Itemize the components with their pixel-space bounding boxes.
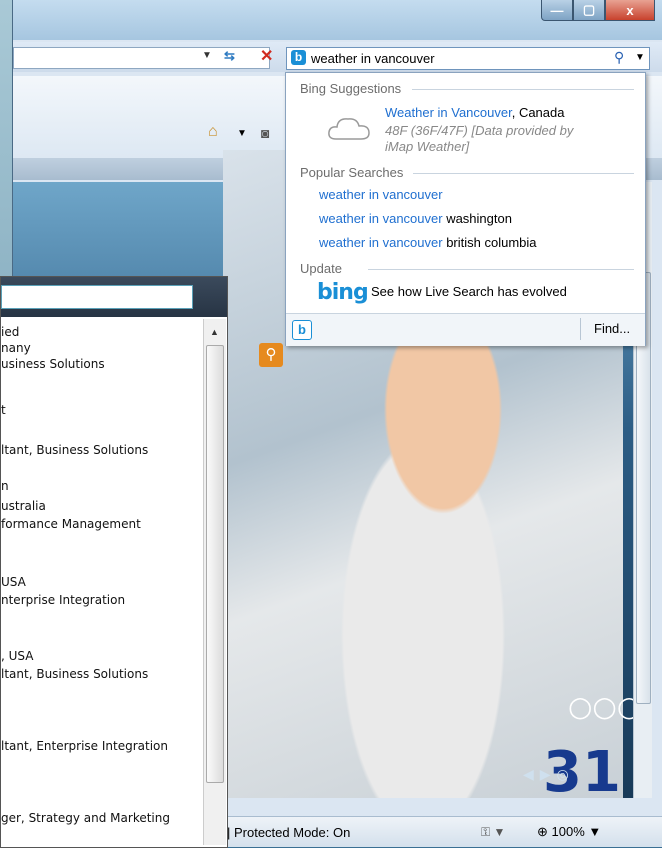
weather-suggestion[interactable]: Weather in Vancouver, Canada bbox=[385, 105, 564, 120]
cloud-icon bbox=[328, 118, 370, 140]
list-item: USA bbox=[1, 575, 26, 589]
search-input[interactable]: weather in vancouver bbox=[311, 51, 435, 66]
desktop-background bbox=[0, 0, 12, 280]
list-item: n bbox=[1, 479, 9, 493]
maximize-button[interactable]: ▢ bbox=[573, 0, 605, 21]
list-item: ltant, Business Solutions bbox=[1, 667, 149, 681]
scroll-up-icon[interactable]: ▲ bbox=[210, 327, 219, 337]
background-window-input[interactable] bbox=[1, 285, 193, 309]
background-window: ▲ ied nany usiness Solutions t ltant, Bu… bbox=[0, 276, 228, 848]
background-window-header bbox=[1, 277, 227, 317]
popular-extra: washington bbox=[442, 211, 512, 226]
home-dropdown-icon[interactable]: ▼ bbox=[237, 128, 247, 139]
popular-item[interactable]: weather in vancouver bbox=[319, 187, 443, 202]
search-suggestions: Bing Suggestions Weather in Vancouver, C… bbox=[285, 72, 646, 346]
popular-searches-header: Popular Searches bbox=[300, 165, 404, 180]
search-dropdown-icon[interactable]: ▼ bbox=[635, 52, 645, 63]
list-item: ltant, Enterprise Integration bbox=[1, 739, 168, 753]
popular-link[interactable]: weather in vancouver bbox=[319, 211, 443, 226]
suggestions-footer: b Find... bbox=[286, 313, 645, 346]
slideshow-controls[interactable]: ◀▶◎ bbox=[523, 766, 575, 783]
security-zone-icon[interactable]: ⚿ ▼ bbox=[481, 825, 505, 840]
zoom-value: 100% bbox=[551, 824, 585, 839]
find-button[interactable]: Find... bbox=[594, 321, 630, 336]
search-icon[interactable]: ⚲ bbox=[614, 49, 624, 66]
popular-item[interactable]: weather in vancouver washington bbox=[319, 211, 512, 226]
bing-logo[interactable]: bing bbox=[317, 280, 369, 305]
scrollbar-thumb[interactable] bbox=[206, 345, 224, 783]
bing-update-link[interactable]: See how Live Search has evolved bbox=[371, 284, 567, 299]
popular-link[interactable]: weather in vancouver bbox=[319, 235, 443, 250]
stop-icon[interactable]: ✕ bbox=[260, 46, 273, 66]
list-item: nterprise Integration bbox=[1, 593, 126, 607]
home-icon[interactable]: ⌂ bbox=[208, 123, 218, 141]
protected-mode-status: | Protected Mode: On bbox=[227, 825, 351, 840]
title-bar: — ▢ x bbox=[13, 0, 662, 40]
list-item: ied bbox=[1, 325, 20, 339]
popular-item[interactable]: weather in vancouver british columbia bbox=[319, 235, 537, 250]
zoom-level[interactable]: ⊕ 100% ▼ bbox=[537, 824, 601, 840]
list-item: nany bbox=[1, 341, 31, 355]
list-item: ger, Strategy and Marketing bbox=[1, 811, 170, 825]
list-item: , USA bbox=[1, 649, 34, 663]
popular-link[interactable]: weather in vancouver bbox=[319, 187, 443, 202]
list-item: t bbox=[1, 403, 6, 417]
olympic-rings: ○○○ bbox=[568, 690, 642, 723]
close-button[interactable]: x bbox=[605, 0, 655, 21]
weather-link[interactable]: Weather in Vancouver bbox=[385, 105, 512, 120]
page-search-icon[interactable]: ⚲ bbox=[259, 343, 283, 367]
bing-provider-icon[interactable]: b bbox=[292, 320, 312, 340]
list-item: formance Management bbox=[1, 517, 141, 531]
minimize-button[interactable]: — bbox=[541, 0, 573, 21]
background-window-scrollbar[interactable]: ▲ bbox=[203, 319, 226, 845]
address-row: ▼ ⇆ ✕ b weather in vancouver ⚲ ▼ bbox=[13, 42, 662, 72]
bing-suggestions-header: Bing Suggestions bbox=[300, 81, 402, 96]
weather-country: , Canada bbox=[511, 105, 565, 120]
divider bbox=[412, 89, 634, 90]
refresh-icon[interactable]: ⇆ bbox=[224, 48, 235, 64]
weather-detail: 48F (36F/47F) [Data provided by iMap Wea… bbox=[385, 123, 574, 154]
address-dropdown-icon[interactable]: ▼ bbox=[202, 50, 212, 61]
window-controls: — ▢ x bbox=[541, 0, 655, 22]
divider bbox=[368, 269, 634, 270]
divider bbox=[413, 173, 634, 174]
divider bbox=[580, 318, 581, 340]
list-item: ustralia bbox=[1, 499, 46, 513]
popular-extra: british columbia bbox=[442, 235, 537, 250]
search-box[interactable]: b weather in vancouver ⚲ ▼ bbox=[286, 47, 650, 70]
list-item: usiness Solutions bbox=[1, 357, 105, 371]
feed-icon[interactable]: ◙ bbox=[261, 125, 269, 141]
update-header: Update bbox=[300, 261, 342, 276]
bing-icon: b bbox=[291, 50, 306, 65]
list-item: ltant, Business Solutions bbox=[1, 443, 149, 457]
